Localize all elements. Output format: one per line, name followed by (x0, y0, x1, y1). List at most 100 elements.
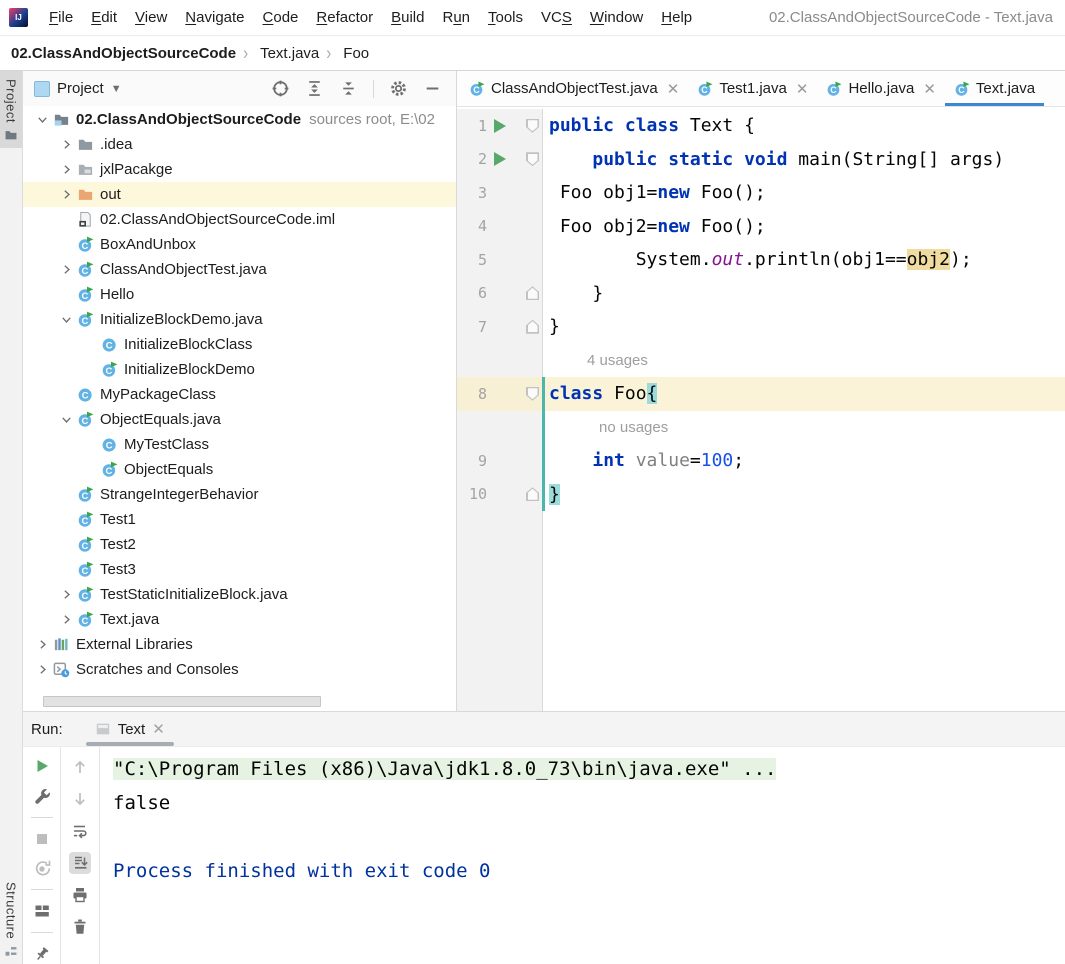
tree-item-jxlpacakge[interactable]: jxlPacakge (23, 157, 456, 182)
code-text[interactable]: class Foo{ (545, 377, 1065, 411)
print-icon[interactable] (69, 884, 91, 906)
fold-down-icon[interactable] (526, 152, 539, 167)
code-text[interactable]: public static void main(String[] args) (545, 143, 1065, 177)
tree-item-test3[interactable]: C Test3 (23, 557, 456, 582)
fold-marker-icon[interactable] (513, 118, 542, 133)
collapse-all-icon[interactable] (339, 79, 358, 98)
fold-marker-icon[interactable] (513, 319, 542, 334)
tree-item-strangeintegerbehavior[interactable]: C StrangeIntegerBehavior (23, 482, 456, 507)
tree-item-test2[interactable]: C Test2 (23, 532, 456, 557)
close-icon[interactable]: ✕ (152, 720, 165, 738)
soft-wrap-icon[interactable] (69, 820, 91, 842)
code-text[interactable]: System. out .println(obj1== obj2); (545, 243, 1065, 277)
chevron-down-icon[interactable] (31, 111, 53, 129)
code-text[interactable]: } (545, 478, 1065, 512)
editor-tab-hello-java[interactable]: C Hello.java ✕ (817, 71, 944, 106)
menu-vcs[interactable]: VCS (532, 9, 581, 26)
fold-down-icon[interactable] (526, 118, 539, 133)
tree-item-initializeblockdemo-java[interactable]: C InitializeBlockDemo.java (23, 307, 456, 332)
editor-tab-test1-java[interactable]: C Test1.java ✕ (688, 71, 817, 106)
fold-marker-icon[interactable] (513, 487, 542, 502)
chevron-right-icon[interactable] (31, 661, 53, 679)
fold-up-icon[interactable] (526, 319, 539, 334)
usages-inlay-hint[interactable]: no usages (599, 419, 668, 436)
code-text[interactable]: int value = 100; (545, 444, 1065, 478)
menu-code[interactable]: Code (254, 9, 308, 26)
tree-item-objectequals-java[interactable]: C ObjectEquals.java (23, 407, 456, 432)
code-line-9[interactable]: 9 int value = 100; (457, 444, 1065, 478)
fold-up-icon[interactable] (526, 286, 539, 301)
fold-marker-icon[interactable] (513, 286, 542, 301)
code-line-2[interactable]: 2 public static void main(String[] args) (457, 142, 1065, 177)
tool-window-button-project[interactable]: Project (0, 71, 22, 148)
code-line-5[interactable]: 5 System. out .println(obj1== obj2); (457, 243, 1065, 277)
tree-item-initializeblockclass[interactable]: C InitializeBlockClass (23, 332, 456, 357)
code-line-8[interactable]: 8 class Foo{ (457, 377, 1065, 411)
code-line-1[interactable]: 1 public class Text { (457, 109, 1065, 143)
inlay-row[interactable]: no usages (457, 410, 1065, 445)
stop-icon[interactable] (31, 829, 53, 849)
run-triangle-icon[interactable] (494, 152, 506, 167)
menu-build[interactable]: Build (382, 9, 433, 26)
menu-view[interactable]: View (126, 9, 176, 26)
console-output[interactable]: "C:\Program Files (x86)\Java\jdk1.8.0_73… (100, 747, 1065, 964)
locate-icon[interactable] (271, 79, 290, 98)
chevron-right-icon[interactable] (31, 636, 53, 654)
code-editor[interactable]: 1 public class Text {2 public static void… (457, 107, 1065, 711)
rerun-icon[interactable] (31, 756, 53, 776)
tree-item-objectequals[interactable]: C ObjectEquals (23, 457, 456, 482)
tree-item-02-classandobjectsourcecode-iml[interactable]: 02.ClassAndObjectSourceCode.iml (23, 207, 456, 232)
breadcrumb-item[interactable]: CText.java (255, 45, 319, 75)
close-icon[interactable]: ✕ (923, 80, 936, 98)
run-triangle-icon[interactable] (494, 118, 506, 133)
expand-all-icon[interactable] (305, 79, 324, 98)
tree-item-out[interactable]: out (23, 182, 456, 207)
fold-up-icon[interactable] (526, 487, 539, 502)
pin-icon[interactable] (31, 944, 53, 964)
run-line-icon[interactable] (487, 152, 513, 167)
code-line-10[interactable]: 10} (457, 477, 1065, 512)
tree-item-02-classandobjectsourcecode[interactable]: 02.ClassAndObjectSourceCode sources root,… (23, 107, 456, 132)
code-line-7[interactable]: 7} (457, 310, 1065, 344)
menu-file[interactable]: File (40, 9, 82, 26)
chevron-right-icon[interactable] (55, 586, 77, 604)
chevron-right-icon[interactable] (55, 186, 77, 204)
restart-debug-icon[interactable] (31, 859, 53, 879)
scroll-up-icon[interactable] (69, 756, 91, 778)
breadcrumb-item[interactable]: 02.ClassAndObjectSourceCode (11, 45, 236, 62)
close-icon[interactable]: ✕ (667, 80, 680, 98)
fold-marker-icon[interactable] (513, 386, 542, 401)
scroll-down-icon[interactable] (69, 788, 91, 810)
editor-tab-classandobjecttest-java[interactable]: C ClassAndObjectTest.java ✕ (460, 71, 688, 106)
code-text[interactable]: } (545, 310, 1065, 344)
fold-marker-icon[interactable] (513, 152, 542, 167)
chevron-down-icon[interactable] (55, 311, 77, 329)
editor-tab-text-java[interactable]: C Text.java (944, 71, 1045, 106)
code-text[interactable]: no usages (545, 411, 1065, 445)
menu-navigate[interactable]: Navigate (176, 9, 253, 26)
layout-icon[interactable] (31, 901, 53, 921)
menu-tools[interactable]: Tools (479, 9, 532, 26)
run-tab-text[interactable]: Text ✕ (85, 712, 174, 746)
chevron-down-icon[interactable] (55, 411, 77, 429)
clear-icon[interactable] (69, 916, 91, 938)
menu-run[interactable]: Run (433, 9, 479, 26)
breadcrumb-item[interactable]: CFoo (338, 45, 369, 74)
tree-item-hello[interactable]: C Hello (23, 282, 456, 307)
inlay-row[interactable]: 4 usages (457, 343, 1065, 378)
code-text[interactable]: 4 usages (545, 344, 1065, 378)
settings-gear-icon[interactable] (389, 79, 408, 98)
menu-help[interactable]: Help (652, 9, 701, 26)
code-text[interactable]: Foo obj2= new Foo(); (545, 210, 1065, 244)
menu-window[interactable]: Window (581, 9, 652, 26)
project-panel-title[interactable]: Project (57, 80, 104, 97)
code-text[interactable]: } (545, 277, 1065, 311)
code-line-4[interactable]: 4 Foo obj2= new Foo(); (457, 209, 1065, 244)
code-text[interactable]: public class Text { (545, 109, 1065, 143)
tree-item-teststaticinitializeblock-java[interactable]: C TestStaticInitializeBlock.java (23, 582, 456, 607)
usages-inlay-hint[interactable]: 4 usages (587, 352, 648, 369)
tree-item-external-libraries[interactable]: External Libraries (23, 632, 456, 657)
chevron-right-icon[interactable] (55, 136, 77, 154)
tool-window-button-structure[interactable]: Structure (0, 874, 22, 964)
tree-item-classandobjecttest-java[interactable]: C ClassAndObjectTest.java (23, 257, 456, 282)
